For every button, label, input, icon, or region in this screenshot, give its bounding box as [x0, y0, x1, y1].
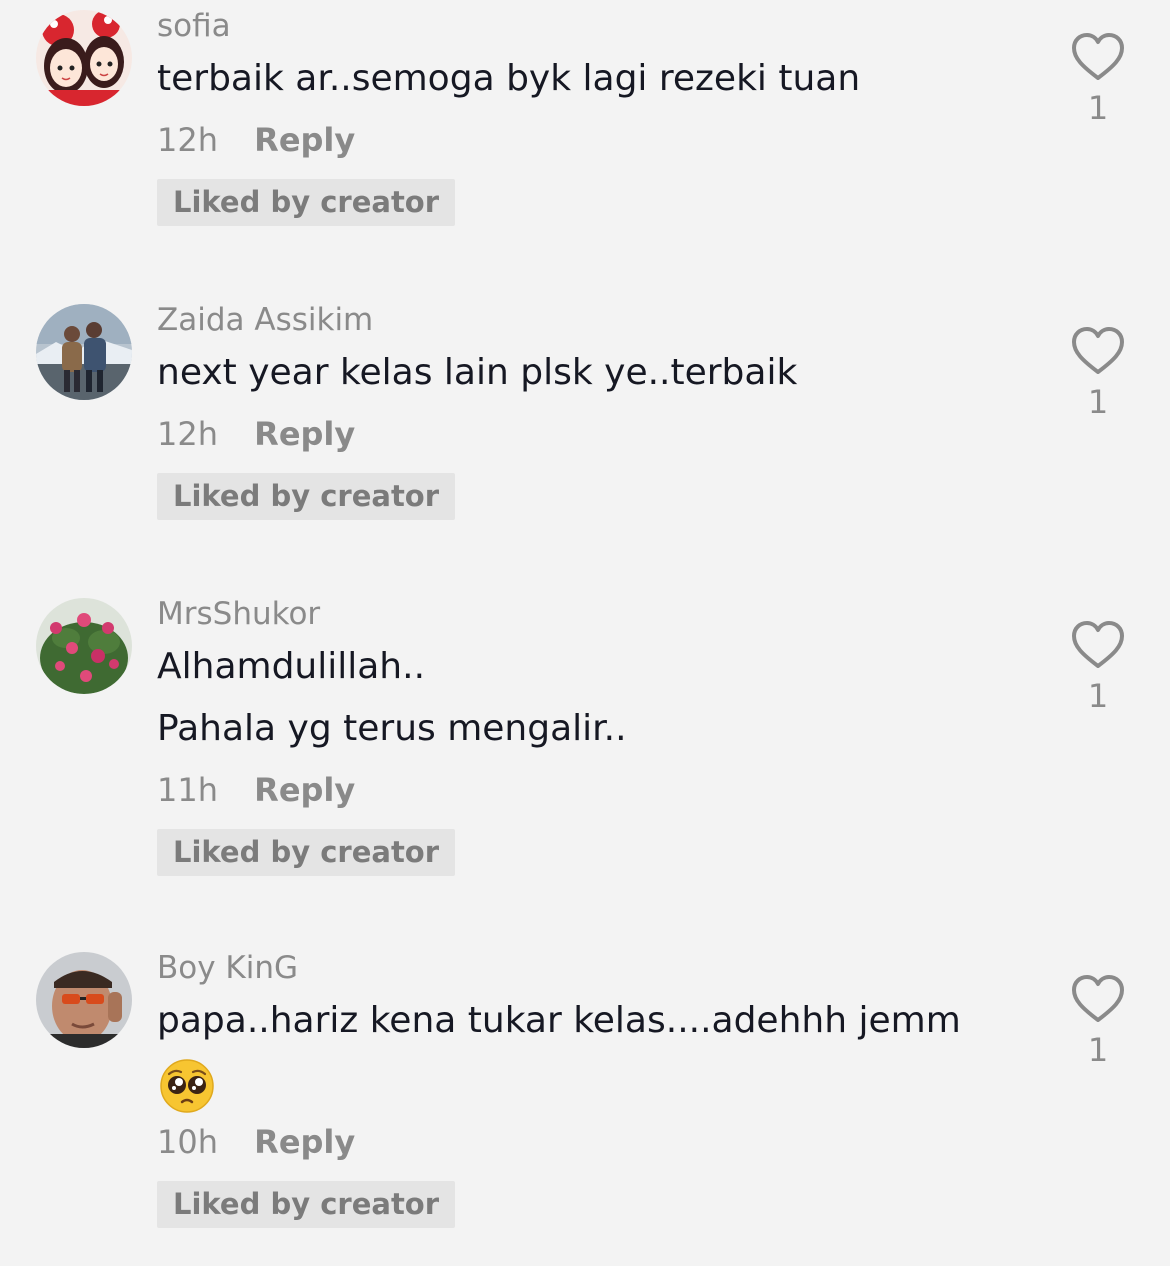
- avatar[interactable]: [36, 10, 132, 106]
- comment-content: sofia terbaik ar..semoga byk lagi rezeki…: [157, 6, 1037, 226]
- like-count: 1: [1087, 383, 1109, 421]
- comment-username[interactable]: Boy KinG: [157, 948, 1037, 988]
- avatar[interactable]: [36, 304, 132, 400]
- comment-meta: 12h Reply: [157, 118, 1037, 162]
- pleading-face-icon: [160, 1059, 214, 1113]
- like-count: 1: [1087, 89, 1109, 127]
- like-column: 1: [1066, 974, 1130, 1070]
- comment-content: Boy KinG papa..hariz kena tukar kelas...…: [157, 948, 1037, 1228]
- liked-by-creator-badge: Liked by creator: [157, 829, 456, 876]
- comment-text: next year kelas lain plsk ye..terbaik: [157, 352, 798, 393]
- comment-timestamp: 12h: [157, 415, 218, 453]
- comment-username[interactable]: sofia: [157, 6, 1037, 46]
- heart-icon[interactable]: [1070, 32, 1126, 82]
- man-sunglasses-avatar-icon: [36, 952, 132, 1048]
- comment-text: Alhamdulillah.. Pahala yg terus mengalir…: [157, 646, 627, 749]
- comment-timestamp: 10h: [157, 1123, 218, 1161]
- comment-meta: 10h Reply: [157, 1120, 1037, 1164]
- avatar[interactable]: [36, 598, 132, 694]
- like-column: 1: [1066, 326, 1130, 422]
- comment-content: Zaida Assikim next year kelas lain plsk …: [157, 300, 1037, 520]
- comment-username[interactable]: MrsShukor: [157, 594, 1037, 634]
- like-count: 1: [1087, 677, 1109, 715]
- couple-snow-avatar-icon: [36, 304, 132, 400]
- reply-button[interactable]: Reply: [254, 412, 355, 456]
- roses-avatar-icon: [36, 598, 132, 694]
- like-column: 1: [1066, 620, 1130, 716]
- comment-text: papa..hariz kena tukar kelas....adehhh j…: [157, 1000, 961, 1041]
- liked-by-creator-badge: Liked by creator: [157, 179, 456, 226]
- reply-button[interactable]: Reply: [254, 1120, 355, 1164]
- heart-icon[interactable]: [1070, 326, 1126, 376]
- comment-content: MrsShukor Alhamdulillah.. Pahala yg teru…: [157, 594, 1037, 876]
- comment-username[interactable]: Zaida Assikim: [157, 300, 1037, 340]
- liked-by-creator-badge: Liked by creator: [157, 473, 456, 520]
- comment-timestamp: 11h: [157, 771, 218, 809]
- comment-text: terbaik ar..semoga byk lagi rezeki tuan: [157, 58, 861, 99]
- heart-icon[interactable]: [1070, 974, 1126, 1024]
- cartoon-girls-avatar-icon: [36, 10, 132, 106]
- comment-meta: 12h Reply: [157, 412, 1037, 456]
- like-count: 1: [1087, 1031, 1109, 1069]
- comment-timestamp: 12h: [157, 121, 218, 159]
- liked-by-creator-badge: Liked by creator: [157, 1181, 456, 1228]
- heart-icon[interactable]: [1070, 620, 1126, 670]
- like-column: 1: [1066, 32, 1130, 128]
- reply-button[interactable]: Reply: [254, 118, 355, 162]
- reply-button[interactable]: Reply: [254, 768, 355, 812]
- comment-meta: 11h Reply: [157, 768, 1037, 812]
- avatar[interactable]: [36, 952, 132, 1048]
